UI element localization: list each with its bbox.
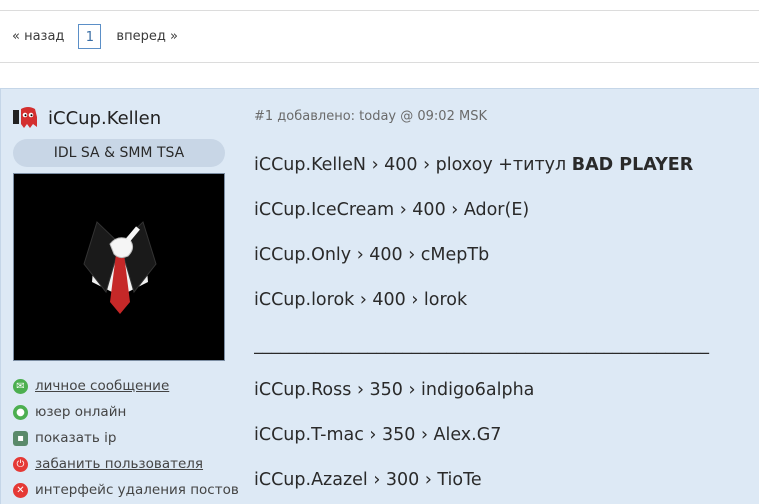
action-delete-posts[interactable]: ✕ интерфейс удаления постов	[13, 477, 243, 503]
author-name-row: iCCup.Kellen	[13, 105, 243, 131]
post-content: #1 добавлено: today @ 09:02 MSK iCCup.Ke…	[254, 109, 759, 503]
post-line: iCCup.lorok › 400 › lorok	[254, 290, 468, 310]
post-divider-line: ________________________________________…	[254, 335, 709, 355]
post-line-text: iCCup.KelleN › 400 › ploxoy +титул	[254, 155, 572, 175]
delete-posts-label[interactable]: интерфейс удаления постов	[35, 482, 239, 498]
user-online-label: юзер онлайн	[35, 404, 127, 420]
post-line: iCCup.Azazel › 300 › TioTe	[254, 470, 482, 490]
action-user-online: ● юзер онлайн	[13, 399, 243, 425]
pagination: « назад 1 вперед »	[0, 11, 759, 63]
post-line-bold: BAD PLAYER	[571, 155, 694, 175]
next-page-link[interactable]: вперед »	[116, 29, 177, 44]
action-private-message[interactable]: ✉ личное сообщение	[13, 373, 243, 399]
author-name[interactable]: iCCup.Kellen	[48, 108, 161, 129]
author-role-badge: IDL SA & SMM TSA	[13, 139, 225, 167]
action-show-ip[interactable]: ▪ показать ip	[13, 425, 243, 451]
post-line: iCCup.KelleN › 400 › ploxoy +титул BAD P…	[254, 143, 759, 188]
current-page-number[interactable]: 1	[78, 24, 102, 49]
post-line: iCCup.Ross › 350 › indigo6alpha	[254, 380, 535, 400]
ban-user-link[interactable]: забанить пользователя	[35, 456, 203, 472]
post-meta: #1 добавлено: today @ 09:02 MSK	[254, 109, 487, 124]
prev-page-link[interactable]: « назад	[12, 29, 64, 44]
suit-avatar-image	[83, 221, 157, 314]
post-author-panel: iCCup.Kellen IDL SA & SMM TSA ✉ личное с…	[13, 105, 243, 503]
envelope-icon: ✉	[13, 378, 28, 394]
private-message-link[interactable]: личное сообщение	[35, 378, 169, 394]
power-icon: ⏻	[13, 456, 28, 472]
monitor-icon: ▪	[13, 430, 28, 446]
clan-flag-icon	[13, 107, 37, 128]
show-ip-label[interactable]: показать ip	[35, 430, 116, 446]
author-actions: ✉ личное сообщение ● юзер онлайн ▪ показ…	[13, 373, 243, 503]
forum-post: iCCup.Kellen IDL SA & SMM TSA ✉ личное с…	[0, 88, 759, 504]
post-line: iCCup.IceCream › 400 › Ador(E)	[254, 200, 530, 220]
action-ban-user[interactable]: ⏻ забанить пользователя	[13, 451, 243, 477]
delete-icon: ✕	[13, 482, 28, 498]
post-line: iCCup.T-mac › 350 › Alex.G7	[254, 425, 502, 445]
online-status-icon: ●	[13, 404, 28, 420]
avatar	[13, 173, 225, 361]
post-line: iCCup.Only › 400 › сМерТb	[254, 245, 490, 265]
